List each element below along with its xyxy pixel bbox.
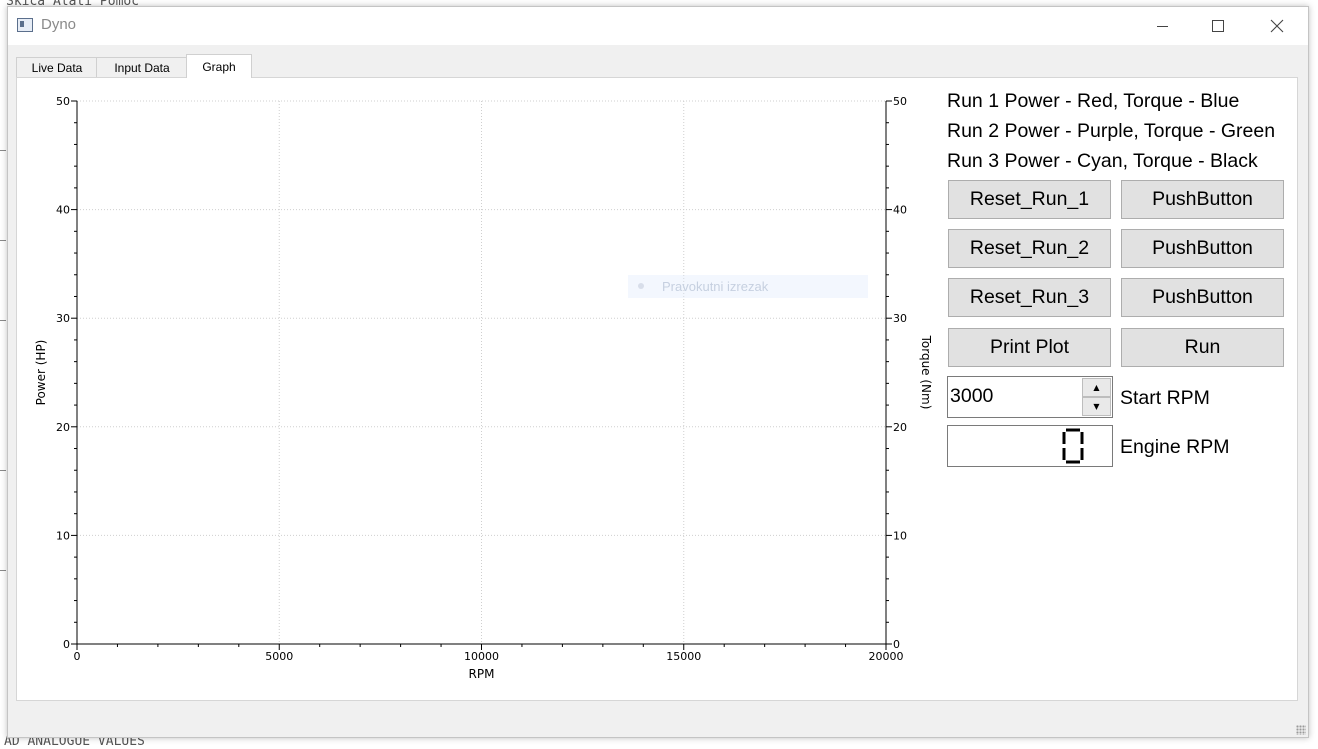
x-tick-label: 10000 bbox=[464, 650, 499, 663]
y-tick-label: 0 bbox=[63, 638, 70, 651]
x-tick-label: 0 bbox=[74, 650, 81, 663]
maximize-icon bbox=[1212, 20, 1224, 32]
legend-run-1: Run 1 Power - Red, Torque - Blue bbox=[947, 90, 1240, 112]
close-button[interactable] bbox=[1254, 7, 1300, 45]
x-axis-label: RPM bbox=[469, 667, 495, 681]
legend-run-3: Run 3 Power - Cyan, Torque - Black bbox=[947, 150, 1258, 172]
push-button-1[interactable]: PushButton bbox=[1121, 180, 1284, 219]
close-icon bbox=[1270, 19, 1284, 33]
reset-run-1-button[interactable]: Reset_Run_1 bbox=[948, 180, 1111, 219]
title-bar[interactable]: Dyno bbox=[8, 7, 1308, 45]
y-tick-label: 40 bbox=[56, 204, 70, 217]
background-mark bbox=[0, 470, 6, 471]
tooltip: Pravokutni izrezak bbox=[628, 275, 868, 298]
background-mark bbox=[0, 150, 6, 151]
engine-rpm-label: Engine RPM bbox=[1120, 436, 1230, 458]
y-tick-label: 20 bbox=[56, 421, 70, 434]
background-mark bbox=[0, 570, 6, 571]
window-title: Dyno bbox=[41, 16, 77, 33]
engine-rpm-display bbox=[947, 425, 1113, 467]
start-rpm-label: Start RPM bbox=[1120, 387, 1210, 409]
background-mark bbox=[0, 240, 6, 241]
legend-run-2: Run 2 Power - Purple, Torque - Green bbox=[947, 120, 1276, 142]
dyno-window: Dyno Live Data Input Data Graph 0 5000 100… bbox=[7, 6, 1309, 738]
push-button-3[interactable]: PushButton bbox=[1121, 278, 1284, 317]
y2-tick-label: 40 bbox=[893, 204, 907, 217]
lcd-digit bbox=[1062, 428, 1084, 464]
x-tick-label: 20000 bbox=[869, 650, 904, 663]
x-tick-label: 5000 bbox=[265, 650, 293, 663]
minimize-icon bbox=[1156, 25, 1168, 27]
tab-graph[interactable]: Graph bbox=[186, 54, 252, 78]
graph-panel: 0 5000 10000 15000 20000 0 10 20 30 40 50 0 10 20 30 40… bbox=[16, 77, 1298, 701]
tooltip-text: Pravokutni izrezak bbox=[662, 279, 769, 294]
y-tick-label: 50 bbox=[56, 95, 70, 108]
y2-tick-label: 20 bbox=[893, 421, 907, 434]
spin-down-icon[interactable]: ▼ bbox=[1082, 397, 1111, 416]
y-tick-label: 30 bbox=[56, 312, 70, 325]
y2-tick-label: 10 bbox=[893, 529, 907, 542]
tooltip-dot-icon bbox=[638, 283, 644, 289]
y2-tick-label: 50 bbox=[893, 95, 907, 108]
y2-tick-label: 30 bbox=[893, 312, 907, 325]
start-rpm-value[interactable]: 3000 bbox=[950, 385, 993, 408]
engine-rpm-lcd bbox=[1062, 428, 1084, 464]
reset-run-2-button[interactable]: Reset_Run_2 bbox=[948, 229, 1111, 268]
app-icon bbox=[17, 18, 33, 32]
y2-axis-label: Torque (Nm) bbox=[919, 335, 933, 410]
dyno-chart: 0 5000 10000 15000 2000001020304050010203040… bbox=[34, 95, 933, 681]
push-button-2[interactable]: PushButton bbox=[1121, 229, 1284, 268]
y2-tick-label: 0 bbox=[893, 638, 900, 651]
reset-run-3-button[interactable]: Reset_Run_3 bbox=[948, 278, 1111, 317]
tab-live-data[interactable]: Live Data bbox=[16, 57, 98, 77]
minimize-button[interactable] bbox=[1139, 7, 1185, 45]
tab-input-data[interactable]: Input Data bbox=[96, 57, 188, 77]
background-mark bbox=[0, 320, 6, 321]
x-tick-label: 15000 bbox=[666, 650, 701, 663]
run-button[interactable]: Run bbox=[1121, 328, 1284, 367]
maximize-button[interactable] bbox=[1195, 7, 1241, 45]
start-rpm-spinbox[interactable]: 3000 ▲ ▼ bbox=[947, 376, 1113, 418]
print-plot-button[interactable]: Print Plot bbox=[948, 328, 1111, 367]
y-tick-label: 10 bbox=[56, 529, 70, 542]
y-axis-label: Power (HP) bbox=[34, 340, 48, 406]
resize-grip-icon[interactable] bbox=[1296, 725, 1306, 735]
spin-up-icon[interactable]: ▲ bbox=[1082, 378, 1111, 397]
